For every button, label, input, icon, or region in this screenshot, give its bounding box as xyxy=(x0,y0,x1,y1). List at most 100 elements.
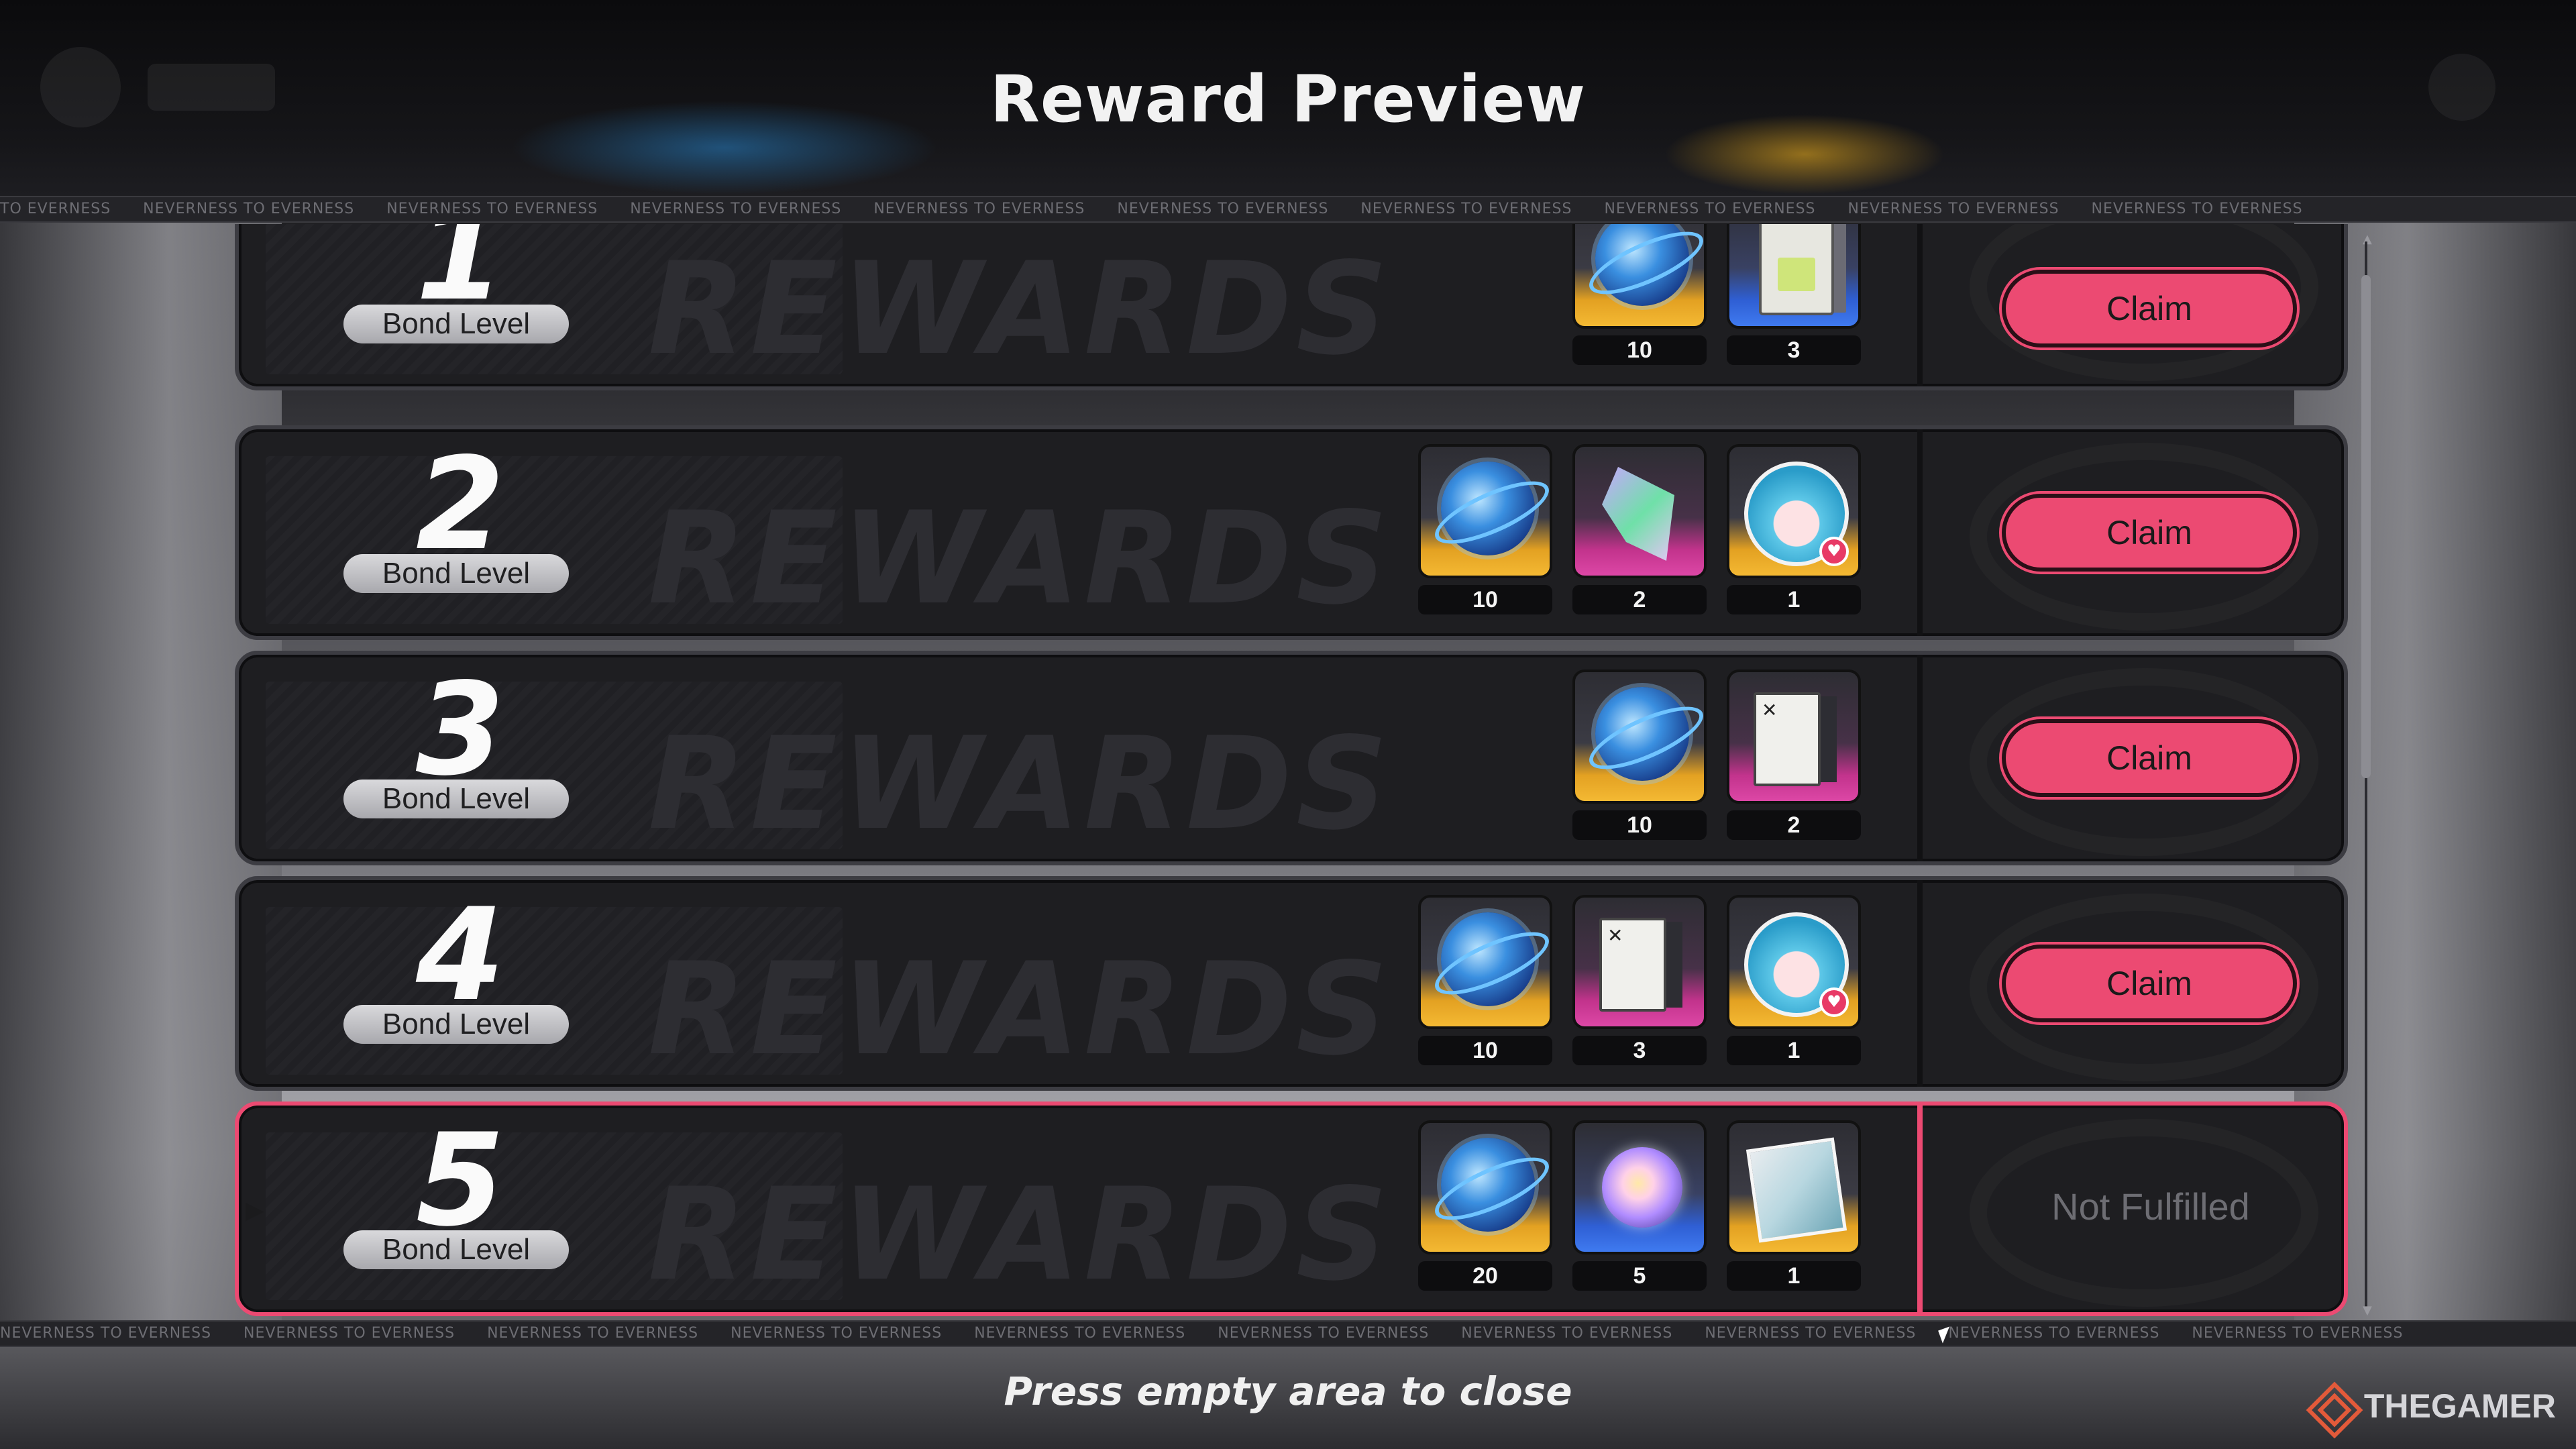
scrollbar[interactable]: ▲ ▼ xyxy=(2361,232,2372,1318)
item-quantity: 1 xyxy=(1727,1261,1861,1291)
scroll-down-icon: ▼ xyxy=(2363,1303,2372,1318)
item-quantity: 2 xyxy=(1572,585,1707,614)
ticker-text: NEVERNESS TO EVERNESS xyxy=(244,1325,455,1342)
item-quantity: 10 xyxy=(1572,335,1707,365)
rewards-watermark: REWARDS xyxy=(648,484,1392,633)
reward-items: 10 2 xyxy=(1572,669,1861,857)
reward-item[interactable]: 20 xyxy=(1418,1120,1552,1308)
document-cards-icon xyxy=(1599,918,1666,1012)
blue-orb-icon xyxy=(1595,687,1689,781)
claim-button[interactable]: Claim xyxy=(2002,945,2297,1022)
blue-orb-icon xyxy=(1441,462,1535,555)
reward-item[interactable]: 1 xyxy=(1727,1120,1861,1308)
reward-row-level-3: REWARDS 3 Bond Level 10 2 Claim xyxy=(235,651,2348,865)
item-frame xyxy=(1572,895,1707,1029)
reward-item[interactable]: 3 xyxy=(1727,224,1861,382)
claim-button[interactable]: Claim xyxy=(2002,270,2297,347)
ticker-text: NEVERNESS TO EVERNESS xyxy=(873,201,1085,217)
row-divider xyxy=(1917,880,1923,1087)
item-quantity: 3 xyxy=(1727,335,1861,365)
reward-item[interactable]: 10 xyxy=(1572,669,1707,857)
row-divider xyxy=(1917,655,1923,861)
reward-row-level-4: REWARDS 4 Bond Level 10 3 ♥ 1 Claim xyxy=(235,876,2348,1091)
blue-orb-icon xyxy=(1595,224,1689,306)
claim-button[interactable]: Claim xyxy=(2002,719,2297,797)
item-quantity: 5 xyxy=(1572,1261,1707,1291)
row-divider xyxy=(1917,429,1923,636)
reward-item[interactable]: 5 xyxy=(1572,1120,1707,1308)
reward-items: 10 3 ♥ 1 xyxy=(1418,895,1861,1083)
page-title: Reward Preview xyxy=(989,62,1587,137)
bond-level-label: Bond Level xyxy=(343,780,569,818)
brand-watermark: THEGAMER xyxy=(2304,1379,2556,1433)
row-divider xyxy=(1917,1106,1923,1312)
swirl-orb-icon xyxy=(1602,1147,1682,1228)
crystal-icon xyxy=(1602,467,1674,561)
ticker-text: NEVERNESS TO EVERNESS xyxy=(487,1325,699,1342)
reward-row-level-1: REWARDS 1 Bond Level 10 3 Claim xyxy=(235,224,2348,390)
reward-item[interactable]: 2 xyxy=(1727,669,1861,857)
reward-row-level-2: REWARDS 2 Bond Level 10 2 ♥ 1 Claim xyxy=(235,425,2348,640)
claim-button[interactable]: Claim xyxy=(2002,494,2297,572)
thegamer-logo-icon xyxy=(2304,1379,2357,1433)
bond-level-label: Bond Level xyxy=(343,1230,569,1269)
item-frame: ♥ xyxy=(1727,895,1861,1029)
item-quantity: 10 xyxy=(1418,1036,1552,1065)
item-frame xyxy=(1727,1120,1861,1254)
row-divider xyxy=(1917,224,1923,386)
item-frame xyxy=(1727,224,1861,329)
item-frame xyxy=(1418,444,1552,578)
reward-row-level-5: ▶ REWARDS 5 Bond Level 20 5 1 Not Fulfil… xyxy=(235,1102,2348,1316)
item-quantity: 20 xyxy=(1418,1261,1552,1291)
ticker-text: NEVERNESS TO EVERNESS xyxy=(974,1325,1186,1342)
ticker-text: NEVERNESS TO EVERNESS xyxy=(1461,1325,1673,1342)
item-frame xyxy=(1727,669,1861,804)
document-cards-icon xyxy=(1754,692,1821,786)
bond-level-number: 5 xyxy=(415,1106,505,1254)
ticker-text: NEVERNESS TO EVERNESS xyxy=(1117,201,1329,217)
rewards-watermark: REWARDS xyxy=(648,1161,1392,1309)
heart-icon: ♥ xyxy=(1819,537,1849,566)
reward-item[interactable]: 2 xyxy=(1572,444,1707,632)
item-frame xyxy=(1572,1120,1707,1254)
bond-level-number: 4 xyxy=(415,881,505,1029)
ticker-text: NEVERNESS TO EVERNESS xyxy=(1360,201,1572,217)
bond-level-number: 3 xyxy=(415,655,505,804)
item-frame xyxy=(1572,444,1707,578)
picture-icon xyxy=(1746,1137,1847,1243)
reward-item[interactable]: 10 xyxy=(1418,895,1552,1083)
ticker-text: NEVERNESS TO EVERNESS xyxy=(630,201,842,217)
reward-items: 10 2 ♥ 1 xyxy=(1418,444,1861,632)
item-quantity: 1 xyxy=(1727,1036,1861,1065)
ticker-text: NEVERNESS TO EVERNESS xyxy=(1705,1325,1917,1342)
brand-text: THEGAMER xyxy=(2363,1387,2556,1425)
ticker-text: NEVERNESS TO EVERNESS xyxy=(1847,201,2059,217)
card-pack-icon xyxy=(1759,224,1834,315)
bond-level-label: Bond Level xyxy=(343,305,569,343)
reward-list[interactable]: REWARDS 1 Bond Level 10 3 Claim REWARDS … xyxy=(228,224,2355,1320)
item-quantity: 10 xyxy=(1572,810,1707,840)
item-quantity: 2 xyxy=(1727,810,1861,840)
scrollbar-thumb[interactable] xyxy=(2361,275,2371,778)
reward-items: 10 3 xyxy=(1572,224,1861,382)
ticker-text: NEVERNESS TO EVERNESS xyxy=(386,201,598,217)
item-quantity: 3 xyxy=(1572,1036,1707,1065)
ticker-text: TO EVERNESS xyxy=(0,201,111,217)
ticker-text: NEVERNESS TO EVERNESS xyxy=(1604,201,1816,217)
rewards-watermark: REWARDS xyxy=(648,710,1392,858)
item-quantity: 1 xyxy=(1727,585,1861,614)
reward-item[interactable]: ♥ 1 xyxy=(1727,444,1861,632)
item-frame xyxy=(1418,1120,1552,1254)
reward-item[interactable]: 10 xyxy=(1418,444,1552,632)
bond-level-number: 2 xyxy=(415,430,505,578)
ticker-text: NEVERNESS TO EVERNESS xyxy=(2192,1325,2404,1342)
reward-item[interactable]: ♥ 1 xyxy=(1727,895,1861,1083)
reward-item[interactable]: 10 xyxy=(1572,224,1707,382)
bond-level-label: Bond Level xyxy=(343,1005,569,1044)
item-frame xyxy=(1418,895,1552,1029)
reward-item[interactable]: 3 xyxy=(1572,895,1707,1083)
item-frame: ♥ xyxy=(1727,444,1861,578)
item-quantity: 10 xyxy=(1418,585,1552,614)
ticker-text: NEVERNESS TO EVERNESS xyxy=(731,1325,943,1342)
ticker-strip-top: TO EVERNESS NEVERNESS TO EVERNESS NEVERN… xyxy=(0,196,2576,223)
